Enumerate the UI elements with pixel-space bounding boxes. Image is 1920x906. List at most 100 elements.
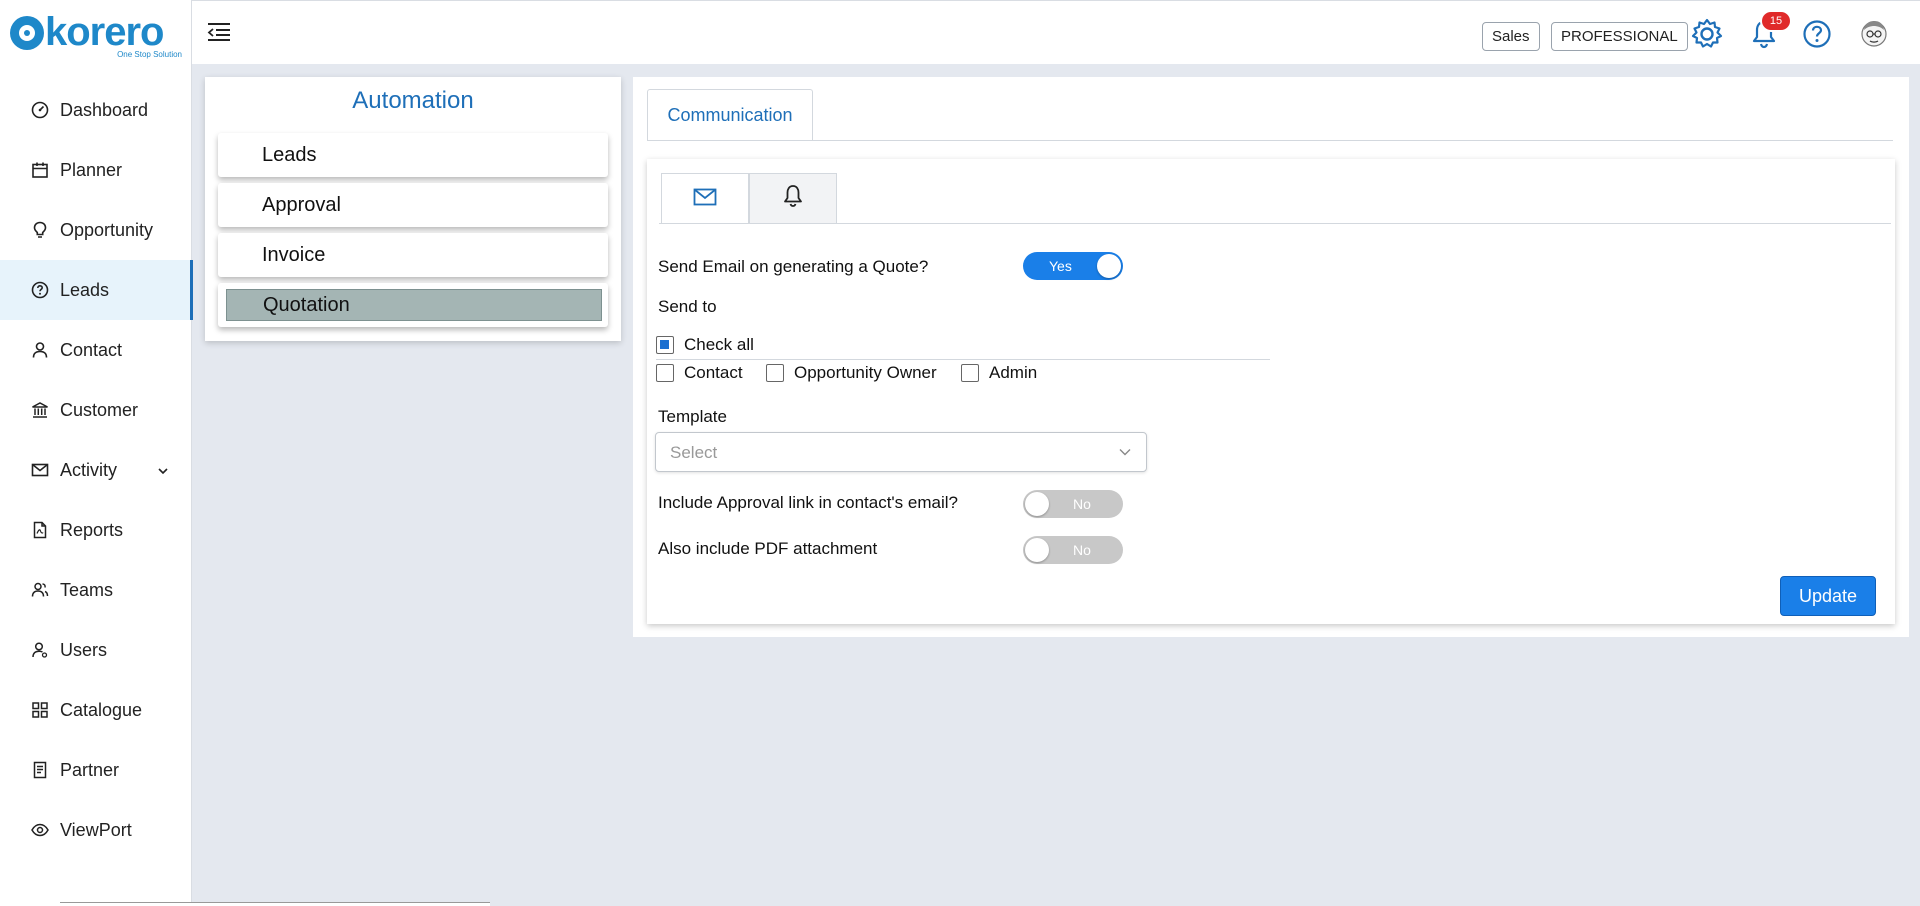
tab-communication[interactable]: Communication [647, 89, 813, 141]
brand-logo[interactable]: korero One Stop Solution [10, 12, 182, 64]
automation-item-label: Quotation [263, 293, 350, 316]
sidebar-item-label: Users [60, 639, 108, 660]
communication-panel: Communication Send Email on generating a… [633, 77, 1909, 637]
automation-item-approval[interactable]: Approval [218, 183, 608, 227]
sidebar-item-label: Reports [60, 519, 124, 540]
template-select[interactable]: Select [655, 432, 1147, 472]
contact-label: Contact [684, 363, 743, 382]
send-to-label: Send to [658, 297, 717, 316]
sidebar-item-users[interactable]: Users [0, 620, 192, 680]
approval-link-toggle-text: No [1073, 496, 1091, 512]
automation-item-quotation[interactable]: Quotation [218, 283, 608, 327]
toggle-knob [1025, 492, 1049, 516]
send-email-toggle[interactable]: Yes [1023, 252, 1123, 280]
admin-checkbox[interactable] [961, 364, 979, 382]
automation-item-invoice[interactable]: Invoice [218, 233, 608, 277]
tab-email[interactable] [661, 173, 749, 224]
sidebar-item-label: ViewPort [60, 819, 132, 840]
communication-settings-card: Send Email on generating a Quote? Yes Se… [647, 159, 1895, 624]
sidebar-item-planner[interactable]: Planner [0, 140, 192, 200]
check-all-divider [656, 359, 1270, 360]
chevron-down-icon[interactable] [156, 462, 170, 483]
sidebar-item-label: Leads [60, 279, 110, 300]
menu-collapse-icon[interactable] [206, 21, 232, 43]
document-icon [30, 760, 50, 780]
brand-name: korero [45, 10, 164, 54]
sidebar-item-label: Contact [60, 339, 123, 360]
sidebar-item-label: Opportunity [60, 219, 154, 240]
send-email-label: Send Email on generating a Quote? [658, 257, 929, 276]
check-all-checkbox[interactable] [656, 336, 674, 354]
automation-item-leads[interactable]: Leads [218, 133, 608, 177]
help-icon[interactable] [1799, 16, 1835, 52]
update-button[interactable]: Update [1780, 576, 1876, 616]
sidebar-item-label: Planner [60, 159, 123, 180]
team-icon [30, 580, 50, 600]
send-email-toggle-text: Yes [1049, 258, 1072, 274]
sidebar-item-label: Customer [60, 399, 139, 420]
automation-item-label: Leads [262, 143, 317, 166]
automation-panel: Automation Leads Approval Invoice Quotat… [205, 77, 621, 341]
sidebar-item-viewport[interactable]: ViewPort [0, 800, 192, 860]
sidebar-item-opportunity[interactable]: Opportunity [0, 200, 192, 260]
email-icon [693, 187, 717, 212]
opportunity-owner-label: Opportunity Owner [794, 363, 937, 382]
help-circle-icon [30, 280, 50, 300]
role-badge[interactable]: Sales [1482, 22, 1540, 51]
sidebar-item-activity[interactable]: Activity [0, 440, 192, 500]
sidebar-item-reports[interactable]: Reports [0, 500, 192, 560]
sidebar-item-contact[interactable]: Contact [0, 320, 192, 380]
pdf-attachment-toggle[interactable]: No [1023, 536, 1123, 564]
dashboard-icon [30, 100, 50, 120]
settings-gear-icon[interactable] [1689, 16, 1725, 52]
sidebar-item-label: Dashboard [60, 99, 149, 120]
person-icon [30, 340, 50, 360]
sidebar-item-label: Teams [60, 579, 114, 600]
template-select-placeholder: Select [670, 443, 718, 462]
chevron-down-icon [1118, 445, 1132, 464]
automation-item-label: Approval [262, 193, 341, 216]
bottom-scroll-strip [60, 902, 490, 906]
sidebar-item-customer[interactable]: Customer [0, 380, 192, 440]
toggle-knob [1097, 254, 1121, 278]
logo-mark-icon [10, 16, 44, 50]
sub-tab-divider [659, 223, 1891, 224]
sidebar-item-teams[interactable]: Teams [0, 560, 192, 620]
plan-badge[interactable]: PROFESSIONAL [1551, 22, 1688, 51]
sidebar: korero One Stop Solution Dashboard Plann… [0, 0, 193, 906]
template-label: Template [658, 407, 727, 426]
approval-link-label: Include Approval link in contact's email… [658, 493, 958, 512]
eye-icon [30, 820, 50, 840]
sidebar-item-partner[interactable]: Partner [0, 740, 192, 800]
user-avatar[interactable] [1856, 16, 1892, 52]
bell-icon [782, 184, 804, 213]
contact-checkbox[interactable] [656, 364, 674, 382]
opportunity-owner-checkbox[interactable] [766, 364, 784, 382]
approval-link-toggle[interactable]: No [1023, 490, 1123, 518]
brand-tagline: One Stop Solution [117, 50, 182, 59]
tab-divider [647, 140, 1893, 141]
sidebar-item-catalogue[interactable]: Catalogue [0, 680, 192, 740]
check-all-label: Check all [684, 335, 754, 354]
sidebar-item-leads[interactable]: Leads [0, 260, 193, 320]
grid-icon [30, 700, 50, 720]
sidebar-item-label: Catalogue [60, 699, 143, 720]
lightbulb-icon [30, 220, 50, 240]
automation-item-selected-highlight: Quotation [226, 289, 602, 321]
pdf-attachment-toggle-text: No [1073, 542, 1091, 558]
calendar-icon [30, 160, 50, 180]
admin-label: Admin [989, 363, 1038, 382]
sidebar-item-label: Activity [60, 459, 118, 480]
bank-icon [30, 400, 50, 420]
automation-title: Automation [352, 87, 474, 114]
tab-notification[interactable] [749, 173, 837, 223]
pdf-file-icon [30, 520, 50, 540]
automation-item-label: Invoice [262, 243, 326, 266]
mail-icon [30, 460, 50, 480]
sidebar-nav: Dashboard Planner Opportunity Leads Cont… [0, 80, 193, 860]
notification-count-badge: 15 [1760, 10, 1792, 32]
pdf-attachment-label: Also include PDF attachment [658, 539, 878, 558]
sidebar-item-label: Partner [60, 759, 120, 780]
sidebar-item-dashboard[interactable]: Dashboard [0, 80, 192, 140]
users-icon [30, 640, 50, 660]
